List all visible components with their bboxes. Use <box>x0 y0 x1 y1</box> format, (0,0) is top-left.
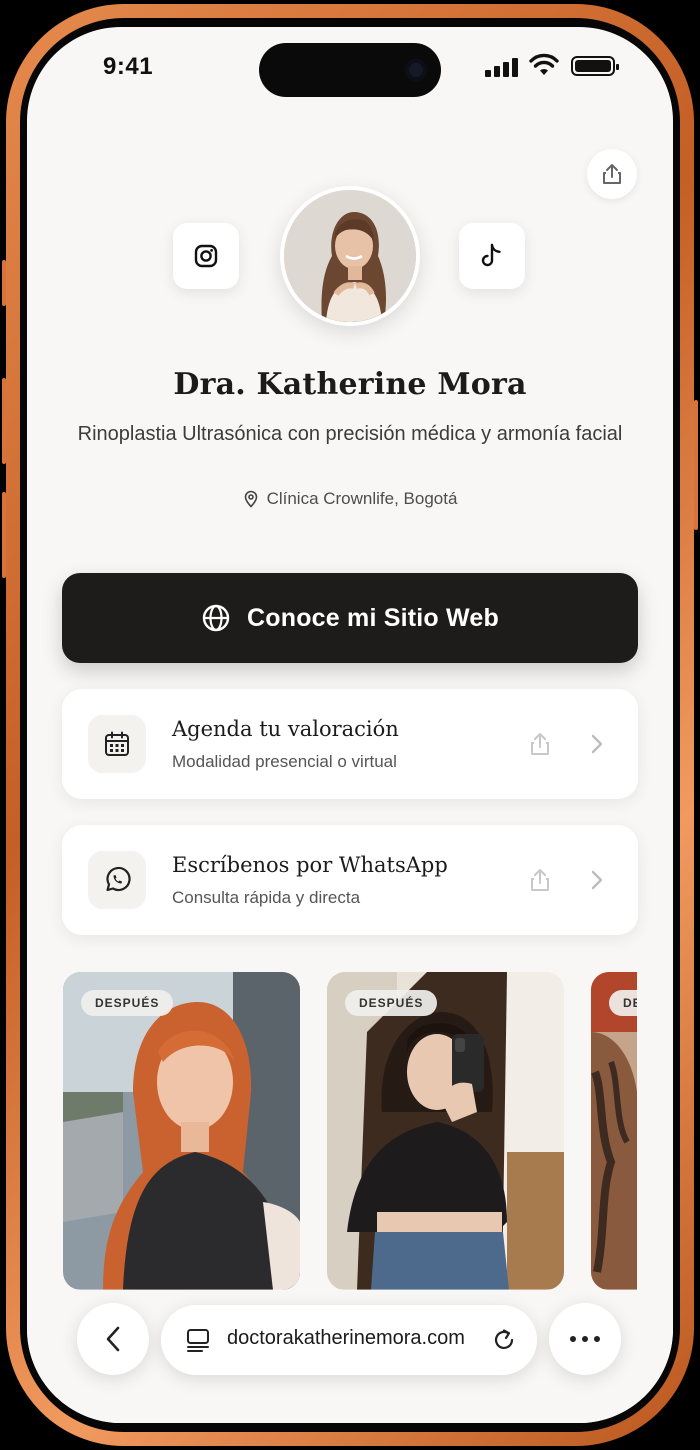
gallery-photo[interactable]: DESPUÉS <box>591 972 637 1290</box>
profile-subtitle: Rinoplastia Ultrasónica con precisión mé… <box>77 423 623 445</box>
profile-name: Dra. Katherine Mora <box>173 367 527 402</box>
wifi-icon <box>529 53 559 75</box>
website-button-label: Conoce mi Sitio Web <box>247 603 499 632</box>
card-title: Agenda tu valoración <box>172 717 399 741</box>
power-button <box>694 400 698 530</box>
patient-photo-3 <box>591 972 637 1290</box>
screen: 9:41 Dra. Katherine Mora Rinoplastia Ult… <box>27 27 673 1423</box>
patient-photo-1 <box>63 972 300 1290</box>
after-badge: DESPUÉS <box>345 990 438 1016</box>
reload-icon[interactable] <box>491 1327 517 1353</box>
share-button[interactable] <box>587 149 637 199</box>
dynamic-island <box>259 43 441 97</box>
after-badge: DESPUÉS <box>81 990 174 1016</box>
results-gallery[interactable]: DESPUÉS DESPUÉS D <box>63 972 637 1290</box>
whatsapp-card[interactable]: Escríbenos por WhatsApp Consulta rápida … <box>62 825 638 935</box>
tiktok-icon <box>481 243 501 267</box>
status-time: 9:41 <box>103 53 154 80</box>
instagram-button[interactable] <box>173 223 239 289</box>
url-text[interactable]: doctorakatherinemora.com <box>227 1327 481 1350</box>
avatar-photo <box>284 190 416 322</box>
gallery-photo[interactable]: DESPUÉS <box>327 972 564 1290</box>
more-options-button[interactable] <box>549 1303 621 1375</box>
front-camera <box>405 59 427 81</box>
status-bar: 9:41 <box>27 27 673 111</box>
profile-location: Clínica Crownlife, Bogotá <box>27 489 673 509</box>
card-subtitle: Modalidad presencial o virtual <box>172 752 397 771</box>
share-icon[interactable] <box>528 867 552 893</box>
card-title: Escríbenos por WhatsApp <box>172 853 448 877</box>
chevron-left-icon <box>106 1326 120 1352</box>
card-icon-box <box>88 715 146 773</box>
address-bar[interactable]: doctorakatherinemora.com <box>161 1305 537 1375</box>
globe-icon <box>202 604 230 632</box>
website-button[interactable]: Conoce mi Sitio Web <box>62 573 638 663</box>
battery-icon <box>571 56 619 76</box>
action-button <box>2 260 6 306</box>
location-pin-icon <box>244 490 257 508</box>
patient-photo-2 <box>327 972 564 1290</box>
card-icon-box <box>88 851 146 909</box>
more-icon <box>570 1336 600 1342</box>
signal-icon <box>485 57 521 77</box>
tab-overview-icon[interactable] <box>185 1327 211 1353</box>
gallery-photo[interactable]: DESPUÉS <box>63 972 300 1290</box>
card-subtitle: Consulta rápida y directa <box>172 888 361 907</box>
calendar-icon <box>105 731 129 756</box>
instagram-icon <box>194 244 218 268</box>
appointment-card[interactable]: Agenda tu valoración Modalidad presencia… <box>62 689 638 799</box>
whatsapp-icon <box>106 866 131 892</box>
after-badge: DESPUÉS <box>609 990 637 1016</box>
chevron-right-icon <box>591 734 603 754</box>
profile-avatar <box>280 186 420 326</box>
share-icon[interactable] <box>528 731 552 757</box>
back-button[interactable] <box>77 1303 149 1375</box>
chevron-right-icon <box>591 870 603 890</box>
volume-down-button <box>2 492 6 578</box>
share-icon <box>603 164 621 184</box>
volume-up-button <box>2 378 6 464</box>
tiktok-button[interactable] <box>459 223 525 289</box>
location-text: Clínica Crownlife, Bogotá <box>266 489 458 508</box>
